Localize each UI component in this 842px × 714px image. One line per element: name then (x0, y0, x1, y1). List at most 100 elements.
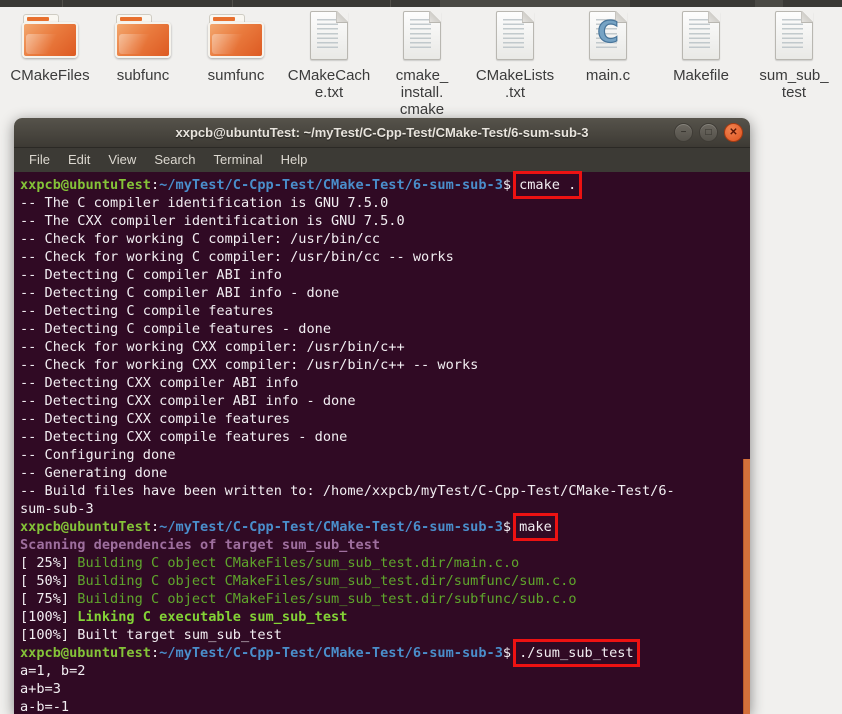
terminal-text: -- Check for working CXX compiler: /usr/… (20, 357, 479, 373)
terminal-text: -- Detecting CXX compile features (20, 411, 291, 427)
document-text-lines (503, 18, 524, 48)
desktop-icon-label: cmake_ install. cmake (396, 67, 449, 118)
terminal-line: -- Detecting C compiler ABI info - done (20, 284, 742, 302)
terminal-text: xxpcb@ubuntuTest (20, 645, 151, 661)
folder-icon (115, 9, 171, 61)
terminal-line: -- Build files have been written to: /ho… (20, 482, 742, 500)
terminal-line: -- Generating done (20, 464, 742, 482)
terminal-text: : (150, 519, 160, 535)
terminal-text: -- Detecting C compiler ABI info (20, 267, 282, 283)
folder-body (22, 22, 78, 58)
terminal-text: $ (502, 177, 512, 193)
document-text-lines (689, 18, 710, 48)
desktop-icon-subfunc[interactable]: subfunc (100, 9, 186, 118)
icon-label-line: main.c (585, 67, 631, 84)
menu-help[interactable]: Help (272, 148, 317, 172)
minimize-button[interactable]: − (674, 123, 693, 142)
terminal-line: -- Check for working CXX compiler: /usr/… (20, 356, 742, 374)
terminal-text: -- The C compiler identification is GNU … (20, 195, 389, 211)
terminal-line: xxpcb@ubuntuTest:~/myTest/C-Cpp-Test/CMa… (20, 639, 742, 667)
terminal-line: -- Detecting CXX compile features (20, 410, 742, 428)
menu-terminal[interactable]: Terminal (205, 148, 272, 172)
terminal-window: xxpcb@ubuntuTest: ~/myTest/C-Cpp-Test/CM… (14, 118, 750, 714)
top-panel-divider (62, 0, 63, 7)
terminal-text: xxpcb@ubuntuTest (20, 519, 151, 535)
desktop-icon-Makefile[interactable]: Makefile (658, 9, 744, 118)
desktop-icon-label: CMakeCach e.txt (288, 67, 371, 101)
desktop-icon-cmake_install.cmake[interactable]: cmake_ install. cmake (379, 9, 465, 118)
terminal-text: -- Detecting C compiler ABI info - done (20, 285, 340, 301)
terminal-text: a-b=-1 (20, 699, 70, 714)
desktop-icon-sumfunc[interactable]: sumfunc (193, 9, 279, 118)
desktop-icon-label: CMakeLists .txt (476, 67, 554, 101)
terminal-text: : (150, 645, 160, 661)
titlebar[interactable]: xxpcb@ubuntuTest: ~/myTest/C-Cpp-Test/CM… (14, 118, 750, 148)
desktop-icon-main.c[interactable]: Cmain.c (565, 9, 651, 118)
terminal-text: ~/myTest/C-Cpp-Test/CMake-Test/6-sum-sub… (159, 177, 503, 193)
terminal-text: -- Generating done (20, 465, 168, 481)
menu-bar: File Edit View Search Terminal Help (14, 148, 750, 172)
menu-search[interactable]: Search (145, 148, 204, 172)
folder-tab-bar (213, 17, 235, 21)
document-art (775, 10, 813, 60)
file-icon (496, 9, 534, 61)
desktop-icon-CMakeLists.txt[interactable]: CMakeLists .txt (472, 9, 558, 118)
close-button[interactable]: ✕ (724, 123, 743, 142)
terminal-text: -- Detecting CXX compiler ABI info (20, 375, 299, 391)
icon-label-line: CMakeFiles (10, 67, 90, 84)
terminal-text: Linking C executable sum_sub_test (77, 609, 348, 625)
desktop: CMakeFiles subfunc sumfunc CMakeCach e.txt cm… (0, 0, 842, 714)
folder-art (208, 14, 264, 58)
document-art (403, 10, 441, 60)
scrollbar-thumb[interactable] (743, 459, 750, 714)
icon-label-line: CMakeLists (475, 67, 555, 84)
menu-file[interactable]: File (20, 148, 59, 172)
desktop-icons: CMakeFiles subfunc sumfunc CMakeCach e.txt cm… (7, 9, 837, 118)
file-icon (403, 9, 441, 61)
terminal-text: -- Detecting C compile features (20, 303, 274, 319)
terminal-content[interactable]: xxpcb@ubuntuTest:~/myTest/C-Cpp-Test/CMa… (14, 171, 750, 714)
terminal-text: a+b=3 (20, 681, 61, 697)
icon-label-line: CMakeCach (287, 67, 371, 84)
document-fold-corner (522, 10, 534, 23)
window-title: xxpcb@ubuntuTest: ~/myTest/C-Cpp-Test/CM… (175, 125, 589, 140)
document-fold-corner (336, 10, 348, 23)
document-art (496, 10, 534, 60)
desktop-icon-CMakeFiles[interactable]: CMakeFiles (7, 9, 93, 118)
icon-label-line: e.txt (314, 84, 344, 101)
menu-view[interactable]: View (99, 148, 145, 172)
folder-icon (208, 9, 264, 61)
terminal-text: [ 25%] (20, 555, 78, 571)
terminal-text: xxpcb@ubuntuTest (20, 177, 151, 193)
maximize-button[interactable]: □ (699, 123, 718, 142)
icon-label-line: Makefile (673, 67, 729, 84)
command-annotation-box: make (513, 513, 558, 541)
document-text-lines (317, 18, 338, 48)
file-icon (682, 9, 720, 61)
command-annotation-box: cmake . (513, 171, 583, 199)
document-art (682, 10, 720, 60)
terminal-line: a+b=3 (20, 680, 742, 698)
document-art (310, 10, 348, 60)
desktop-icon-CMakeCache.txt[interactable]: CMakeCach e.txt (286, 9, 372, 118)
icon-label-line: sumfunc (207, 67, 265, 84)
terminal-line: -- Detecting CXX compiler ABI info - don… (20, 392, 742, 410)
terminal-line: -- Detecting CXX compiler ABI info (20, 374, 742, 392)
terminal-text: -- Configuring done (20, 447, 176, 463)
terminal-line: -- The CXX compiler identification is GN… (20, 212, 742, 230)
terminal-line: -- Configuring done (20, 446, 742, 464)
terminal-text: -- Build files have been written to: /ho… (20, 483, 675, 499)
terminal-output: xxpcb@ubuntuTest:~/myTest/C-Cpp-Test/CMa… (14, 171, 750, 714)
terminal-text: : (150, 177, 160, 193)
menu-edit[interactable]: Edit (59, 148, 99, 172)
terminal-text: Building C object CMakeFiles/sum_sub_tes… (77, 573, 577, 589)
folder-gloss (26, 34, 74, 54)
terminal-line: -- Detecting CXX compile features - done (20, 428, 742, 446)
file-icon: C (589, 9, 627, 61)
desktop-icon-sum_sub_test[interactable]: sum_sub_ test (751, 9, 837, 118)
document-fold-corner (708, 10, 720, 23)
folder-art (115, 14, 171, 58)
icon-label-line: cmake_ (395, 67, 449, 84)
c-language-icon: C (597, 14, 619, 49)
terminal-text: [100%] Built target sum_sub_test (20, 627, 282, 643)
